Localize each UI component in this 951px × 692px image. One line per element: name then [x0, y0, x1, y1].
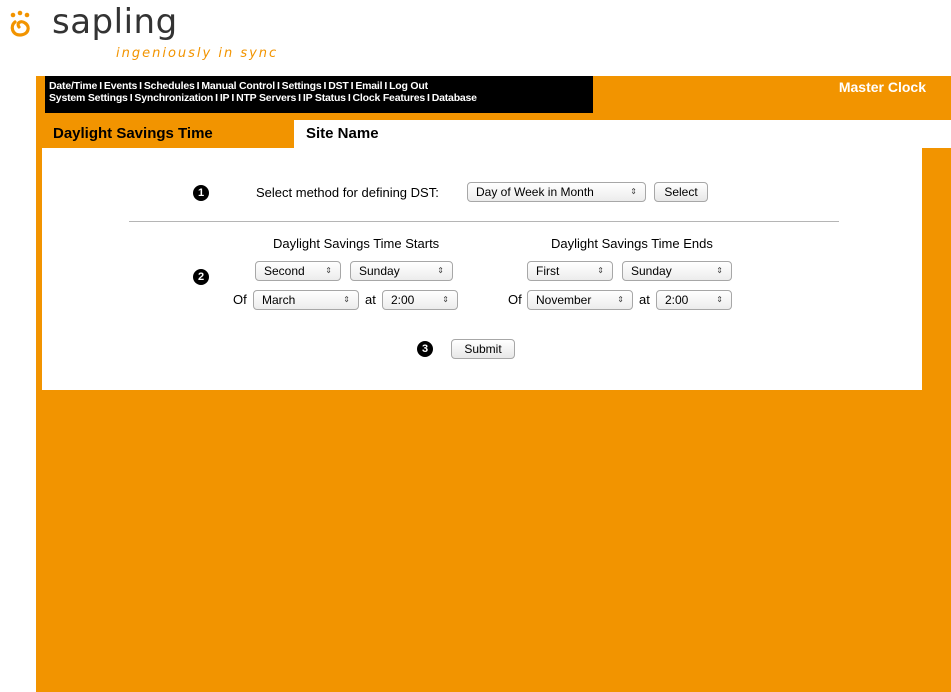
nav-separator: I [196, 80, 200, 92]
dst-method-value: Day of Week in Month [476, 185, 594, 199]
nav-link-schedules[interactable]: Schedules [144, 80, 195, 92]
master-clock-label: Master Clock [838, 79, 926, 95]
nav-separator: I [276, 80, 280, 92]
logo-tagline: ingeniously in sync [116, 46, 279, 61]
header-logo-area: sapling ingeniously in sync [0, 0, 951, 76]
updown-arrows-icon: ⇕ [437, 266, 444, 275]
nav-separator: I [99, 80, 102, 92]
start-week-select[interactable]: Second ⇕ [255, 261, 341, 281]
nav-link-ntp-servers[interactable]: NTP Servers [236, 92, 296, 104]
step-3-number-icon: 3 [417, 341, 433, 357]
end-week-value: First [536, 264, 560, 278]
main-navigation: Date/Time I Events I Schedules I Manual Contro… [45, 76, 593, 113]
submit-button[interactable]: Submit [451, 339, 515, 359]
nav-link-ip-status[interactable]: IP Status [303, 92, 346, 104]
nav-separator: I [215, 92, 218, 104]
updown-arrows-icon: ⇕ [325, 266, 332, 275]
site-name: Site Name [306, 125, 379, 142]
start-at-label: at [365, 292, 376, 307]
start-time-select[interactable]: 2:00 ⇕ [382, 290, 458, 310]
nav-separator: I [347, 92, 351, 104]
end-week-select[interactable]: First ⇕ [527, 261, 613, 281]
nav-link-system-settings[interactable]: System Settings [49, 92, 128, 104]
sapling-logo-icon [10, 10, 30, 37]
nav-link-events[interactable]: Events [104, 80, 137, 92]
nav-link-dst[interactable]: DST [328, 80, 349, 92]
updown-arrows-icon: ⇕ [597, 266, 604, 275]
nav-separator: I [298, 92, 301, 104]
dst-method-select[interactable]: Day of Week in Month ⇕ [467, 182, 646, 202]
start-week-value: Second [264, 264, 305, 278]
step-1-number-icon: 1 [193, 185, 209, 201]
end-month-value: November [536, 293, 592, 307]
start-month-value: March [262, 293, 296, 307]
nav-link-manual-control[interactable]: Manual Control [201, 80, 275, 92]
select-method-button[interactable]: Select [654, 182, 708, 202]
start-month-select[interactable]: March ⇕ [253, 290, 359, 310]
site-name-tab: Site Name [294, 120, 951, 148]
end-at-label: at [639, 292, 650, 307]
nav-link-ip[interactable]: IP [220, 92, 230, 104]
nav-link-settings[interactable]: Settings [282, 80, 322, 92]
updown-arrows-icon: ⇕ [617, 295, 624, 304]
updown-arrows-icon: ⇕ [442, 295, 449, 304]
logo-wordmark: sapling [52, 2, 178, 42]
dst-starts-heading: Daylight Savings Time Starts [273, 236, 440, 251]
section-divider [129, 221, 839, 222]
nav-separator: I [129, 92, 133, 104]
end-day-value: Sunday [631, 264, 672, 278]
end-time-select[interactable]: 2:00 ⇕ [656, 290, 732, 310]
start-day-value: Sunday [359, 264, 400, 278]
nav-row-system: System Settings I Synchronization I IP I NTP S… [49, 92, 593, 104]
updown-arrows-icon: ⇕ [716, 295, 723, 304]
start-day-select[interactable]: Sunday ⇕ [350, 261, 453, 281]
step-2-number-icon: 2 [193, 269, 209, 285]
updown-arrows-icon: ⇕ [630, 187, 637, 196]
nav-row-primary: Date/Time I Events I Schedules I Manual Contro… [49, 80, 593, 92]
page-title: Daylight Savings Time [53, 125, 213, 142]
nav-separator: I [231, 92, 235, 104]
updown-arrows-icon: ⇕ [716, 266, 723, 275]
dst-ends-heading: Daylight Savings Time Ends [551, 236, 713, 251]
nav-link-date-time[interactable]: Date/Time [49, 80, 97, 92]
nav-link-synchronization[interactable]: Synchronization [134, 92, 213, 104]
nav-separator: I [139, 80, 142, 92]
dst-form-panel: 1 Select method for defining DST: Day of… [42, 148, 922, 390]
start-of-label: Of [233, 292, 247, 307]
updown-arrows-icon: ⇕ [343, 295, 350, 304]
end-time-value: 2:00 [665, 293, 689, 307]
nav-separator: I [323, 80, 327, 92]
nav-link-database[interactable]: Database [432, 92, 477, 104]
nav-separator: I [350, 80, 354, 92]
nav-link-clock-features[interactable]: Clock Features [353, 92, 426, 104]
nav-separator: I [427, 92, 430, 104]
nav-link-email[interactable]: Email [355, 80, 382, 92]
end-month-select[interactable]: November ⇕ [527, 290, 633, 310]
end-day-select[interactable]: Sunday ⇕ [622, 261, 732, 281]
start-time-value: 2:00 [391, 293, 415, 307]
nav-link-log-out[interactable]: Log Out [389, 80, 428, 92]
end-of-label: Of [508, 292, 522, 307]
dst-method-label: Select method for defining DST: [256, 185, 439, 200]
nav-separator: I [384, 80, 388, 92]
